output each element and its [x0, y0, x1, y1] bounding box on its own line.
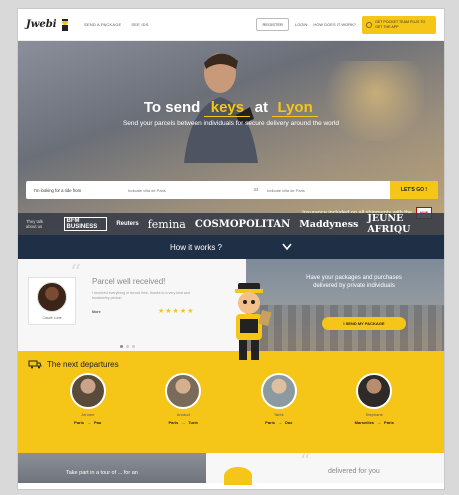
route-from: Marseilles	[354, 420, 375, 425]
search-button[interactable]: LET'S GO !	[390, 181, 438, 199]
traveler-name: Arnaud	[176, 412, 190, 417]
mascot-icon	[235, 283, 272, 360]
promo-text: GET POCKET TEAM PLUS TO GET THE APP	[375, 20, 426, 29]
city-panel: Have your packages and purchases deliver…	[246, 259, 444, 351]
press-bar: They talk about us BFM BUSINESS Reuters …	[18, 213, 444, 235]
main-nav: SEND A PACKAGE SEE IDS	[84, 22, 149, 27]
arrow-icon: →	[181, 420, 186, 425]
top-header: Jwebi SEND A PACKAGE SEE IDS REGISTER LO…	[18, 9, 444, 41]
departure-card[interactable]: Arnaud Paris → Turin	[153, 373, 213, 425]
send-package-button[interactable]: I SEND MY PACKAGE	[322, 317, 406, 330]
bottom-mid-panel	[206, 453, 282, 485]
departures-section: The next departures Jerome Paris → Pau Arn…	[18, 351, 444, 453]
avatar	[37, 282, 67, 312]
press-logo-reuters: Reuters	[116, 221, 139, 227]
press-logo-femina: femina	[147, 217, 186, 231]
hero-title-mid: at	[254, 99, 268, 116]
press-logo-bfm: BFM BUSINESS	[63, 217, 108, 231]
to-city-input[interactable]	[261, 181, 390, 199]
avatar	[69, 373, 106, 409]
testimonial-body: I received everything in record time, th…	[92, 291, 190, 300]
browser-frame: Jwebi SEND A PACKAGE SEE IDS REGISTER LO…	[17, 8, 445, 490]
how-it-works-bar[interactable]: How it works ?	[18, 235, 444, 259]
route: Paris → Turin	[153, 420, 213, 425]
avatar	[165, 373, 202, 409]
press-logo-cosmopolitan: COSMOPOLITAN	[194, 218, 291, 230]
hero-subtitle: Send your parcels between individuals fo…	[122, 120, 340, 127]
route: Paris → Dax	[249, 420, 309, 425]
mascot-icon	[224, 467, 252, 485]
testimonial-panel: Carole Lune “ Parcel well received! I re…	[18, 259, 246, 351]
traveler-name: Tarek	[273, 412, 284, 417]
quote-icon: “	[300, 449, 311, 473]
hero-title: To send keys at Lyon	[18, 99, 444, 117]
truck-icon	[28, 360, 42, 369]
press-label: They talk about us	[26, 219, 43, 229]
carousel-dots	[120, 345, 135, 348]
app-promo-button[interactable]: GET POCKET TEAM PLUS TO GET THE APP	[362, 15, 436, 34]
how-link[interactable]: HOW DOES IT WORK?	[313, 22, 356, 27]
search-label: I'm looking for a ride from	[34, 187, 82, 193]
bottom-right-panel: “ delivered for you	[282, 449, 444, 483]
hero-banner: To send keys at Lyon Send your parcels b…	[18, 41, 444, 235]
login-link[interactable]: LOGIN	[295, 22, 307, 27]
search-separator: at	[253, 187, 259, 193]
route-to: Paris	[384, 420, 394, 425]
from-city-input[interactable]	[122, 181, 251, 199]
carousel-dot[interactable]	[126, 345, 129, 348]
hero-city: Lyon	[272, 99, 319, 117]
route-from: Paris	[265, 420, 275, 425]
arrow-icon: →	[377, 420, 382, 425]
traveler-name: Jerome	[81, 412, 95, 417]
bottom-right-text: delivered for you	[328, 468, 380, 475]
departures-list: Jerome Paris → Pau Arnaud Paris → Turin Tare…	[18, 373, 444, 425]
carousel-dot[interactable]	[120, 345, 123, 348]
departure-card[interactable]: Stephane Marseilles → Paris	[344, 373, 404, 425]
bottom-left-text: Take part in a tour of ... for an	[66, 470, 138, 476]
quote-icon: “	[70, 261, 82, 286]
how-it-works-label: How it works ?	[169, 242, 222, 252]
hero-keyword: keys	[204, 99, 251, 117]
avatar	[356, 373, 393, 409]
press-logo-maddyness: Maddyness	[299, 218, 359, 230]
route-to: Pau	[93, 420, 102, 425]
nav-send-package[interactable]: SEND A PACKAGE	[84, 22, 121, 27]
logo[interactable]: Jwebi	[26, 18, 84, 32]
register-button[interactable]: REGISTER	[256, 18, 289, 31]
route: Paris → Pau	[58, 420, 118, 425]
carousel-dot[interactable]	[132, 345, 135, 348]
departure-card[interactable]: Tarek Paris → Dax	[249, 373, 309, 425]
route-to: Dax	[284, 420, 293, 425]
departures-header: The next departures	[28, 359, 119, 369]
hero-title-prefix: To send	[143, 99, 201, 116]
mascot-icon	[61, 18, 68, 31]
route: Marseilles → Paris	[344, 420, 404, 425]
logo-text: Jwebi	[26, 19, 57, 30]
mascot-icon	[366, 21, 372, 28]
route-from: Paris	[168, 420, 179, 425]
reviewer-name: Carole Lune	[42, 316, 62, 320]
bottom-strip: Take part in a tour of ... for an “ deli…	[18, 449, 444, 485]
departure-card[interactable]: Jerome Paris → Pau	[58, 373, 118, 425]
departures-title: The next departures	[47, 359, 119, 369]
route-to: Turin	[188, 420, 198, 425]
chevron-down-icon[interactable]	[282, 243, 292, 251]
route-from: Paris	[74, 420, 84, 425]
rating-stars: ★★★★★	[158, 308, 195, 315]
press-logo-jeune-afrique: JEUNE AFRIQU	[367, 213, 411, 235]
reviewer-card: Carole Lune	[28, 277, 76, 325]
header-actions: REGISTER LOGIN HOW DOES IT WORK? GET POC…	[256, 15, 436, 34]
arrow-icon: →	[277, 420, 282, 425]
arrow-icon: →	[86, 420, 91, 425]
more-link[interactable]: More	[92, 310, 101, 314]
bottom-left-panel: Take part in a tour of ... for an	[18, 453, 206, 483]
nav-see-ids[interactable]: SEE IDS	[131, 22, 148, 27]
delivery-message: Have your packages and purchases deliver…	[306, 275, 402, 289]
ride-search-bar: I'm looking for a ride from at LET'S GO …	[26, 181, 438, 199]
traveler-name: Stephane	[365, 412, 383, 417]
testimonial-title: Parcel well received!	[92, 277, 166, 286]
avatar	[260, 373, 297, 409]
